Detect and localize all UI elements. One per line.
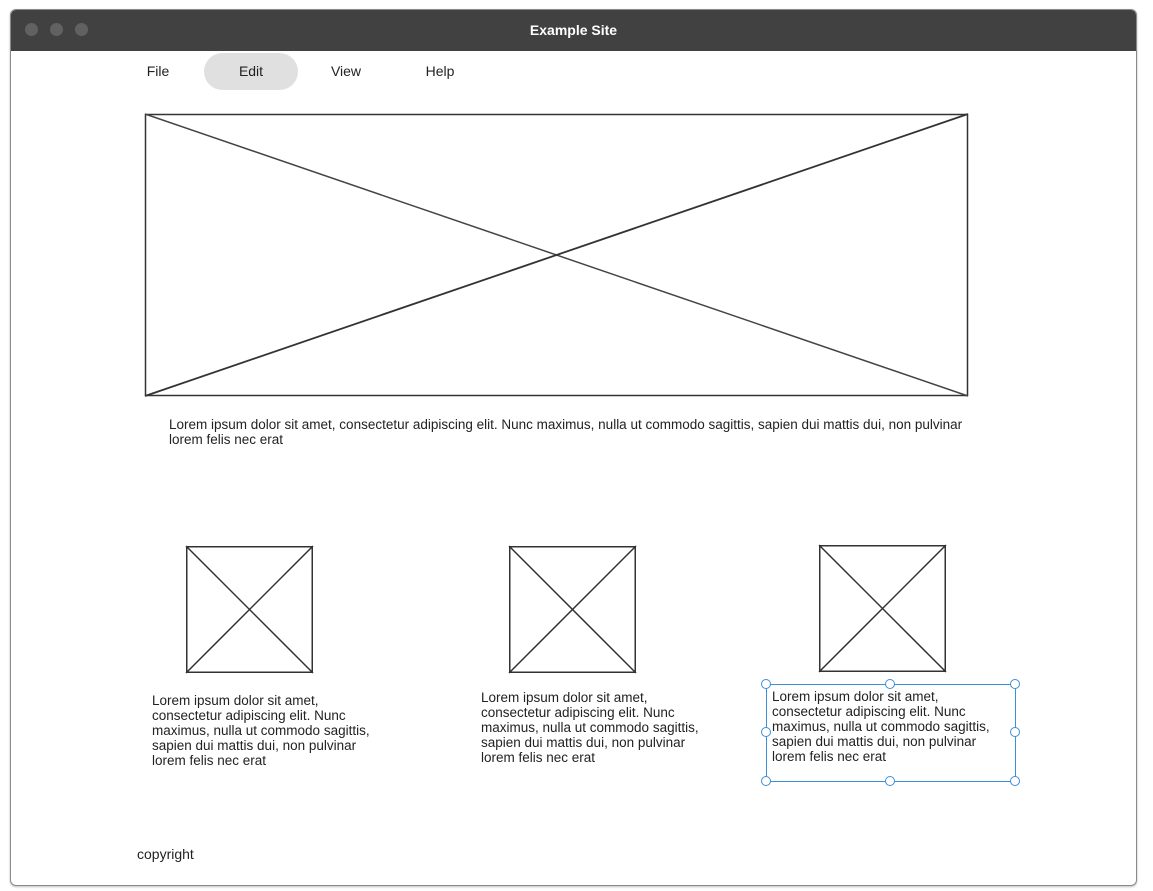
image-placeholder-icon (185, 545, 314, 674)
card-text: Lorem ipsum dolor sit amet, consectetur … (152, 693, 370, 768)
menu-item-help[interactable]: Help (412, 53, 468, 90)
hero-caption: Lorem ipsum dolor sit amet, consectetur … (169, 417, 963, 447)
resize-handle-top[interactable] (885, 679, 895, 689)
card-text-selected[interactable]: Lorem ipsum dolor sit amet, consectetur … (772, 689, 1012, 764)
title-bar: Example Site (11, 10, 1136, 51)
resize-handle-right[interactable] (1010, 727, 1020, 737)
hero-image-placeholder (144, 113, 969, 397)
resize-handle-bottom-left[interactable] (761, 776, 771, 786)
image-placeholder-icon (508, 545, 637, 674)
card-image-placeholder (185, 545, 314, 674)
menu-item-file[interactable]: File (130, 53, 186, 90)
copyright-text: copyright (137, 846, 194, 862)
card-text: Lorem ipsum dolor sit amet, consectetur … (481, 690, 699, 765)
card-image-placeholder (818, 544, 947, 673)
resize-handle-top-left[interactable] (761, 679, 771, 689)
card-image-placeholder (508, 545, 637, 674)
window-title: Example Site (529, 22, 618, 38)
image-placeholder-icon (818, 544, 947, 673)
selection-box[interactable]: Lorem ipsum dolor sit amet, consectetur … (766, 684, 1016, 782)
menu-item-edit[interactable]: Edit (204, 53, 298, 90)
image-placeholder-icon (144, 113, 969, 397)
resize-handle-bottom-right[interactable] (1010, 776, 1020, 786)
resize-handle-bottom[interactable] (885, 776, 895, 786)
menu-item-view[interactable]: View (318, 53, 374, 90)
resize-handle-top-right[interactable] (1010, 679, 1020, 689)
resize-handle-left[interactable] (761, 727, 771, 737)
